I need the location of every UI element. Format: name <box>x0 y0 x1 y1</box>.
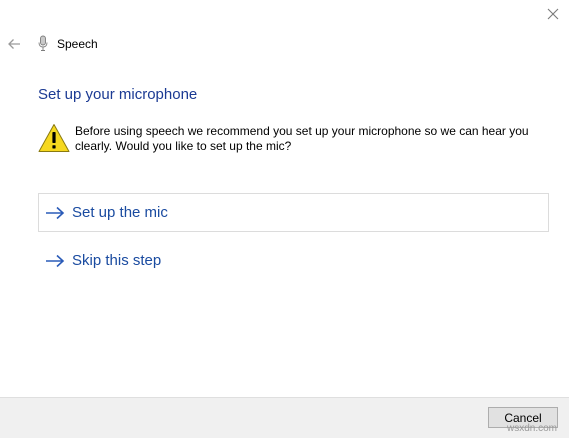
back-arrow-icon[interactable] <box>7 37 21 51</box>
speech-dialog: Speech Set up your microphone Before usi… <box>0 0 569 438</box>
arrow-right-icon <box>46 254 65 267</box>
window-title: Speech <box>57 37 98 51</box>
setup-mic-label: Set up the mic <box>72 203 168 221</box>
warning-message: Before using speech we recommend you set… <box>75 124 529 153</box>
arrow-right-icon <box>46 206 65 219</box>
page-title: Set up your microphone <box>38 86 198 103</box>
skip-step-option[interactable]: Skip this step <box>38 241 549 280</box>
watermark: wsxdn.com <box>507 423 558 434</box>
microphone-icon <box>38 35 48 52</box>
dialog-footer: Cancel <box>0 397 569 438</box>
skip-step-label: Skip this step <box>72 251 162 269</box>
close-icon[interactable] <box>546 7 560 21</box>
setup-mic-option[interactable]: Set up the mic <box>38 193 549 232</box>
warning-icon <box>38 123 70 153</box>
